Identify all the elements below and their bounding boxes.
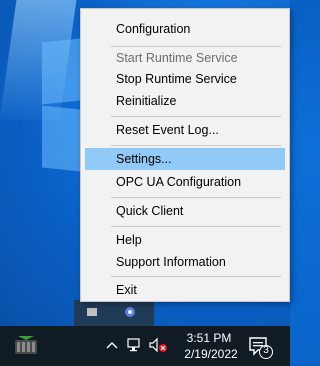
menu-item-exit[interactable]: Exit <box>85 279 285 301</box>
menu-separator <box>111 197 281 198</box>
tray-overflow-panel <box>74 300 154 326</box>
menu-item-reset-event-log[interactable]: Reset Event Log... <box>85 119 285 141</box>
menu-item-reinitialize[interactable]: Reinitialize <box>85 90 285 112</box>
menu-item-support-information[interactable]: Support Information <box>85 251 285 273</box>
menu-item-start-runtime-service: Start Runtime Service <box>116 51 238 65</box>
menu-separator <box>111 145 281 146</box>
menu-separator <box>111 116 281 117</box>
menu-separator <box>111 226 281 227</box>
menu-item-quick-client[interactable]: Quick Client <box>85 200 285 222</box>
menu-item-help[interactable]: Help <box>85 229 285 251</box>
menu-item-stop-runtime-service[interactable]: Stop Runtime Service <box>85 68 285 90</box>
chevron-up-icon[interactable] <box>106 340 118 350</box>
menu-item-configuration[interactable]: Configuration <box>85 18 285 40</box>
network-icon[interactable] <box>126 337 144 353</box>
menu-item-opc-ua-configuration[interactable]: OPC UA Configuration <box>85 171 285 193</box>
volume-muted-icon[interactable] <box>148 337 168 353</box>
clock-date[interactable]: 2/19/2022 <box>176 347 246 361</box>
context-menu: Configuration Start Runtime Service Stop… <box>80 8 290 302</box>
tray-opc-icon[interactable] <box>124 306 136 318</box>
kepserver-app-icon[interactable] <box>12 332 40 360</box>
menu-item-settings[interactable]: Settings... <box>85 148 285 170</box>
menu-separator <box>111 276 281 277</box>
tray-app-icon[interactable] <box>86 306 98 318</box>
notification-count: 3 <box>263 345 269 356</box>
taskbar: 3:51 PM 2/19/2022 3 <box>0 326 290 366</box>
clock-time[interactable]: 3:51 PM <box>178 331 240 345</box>
